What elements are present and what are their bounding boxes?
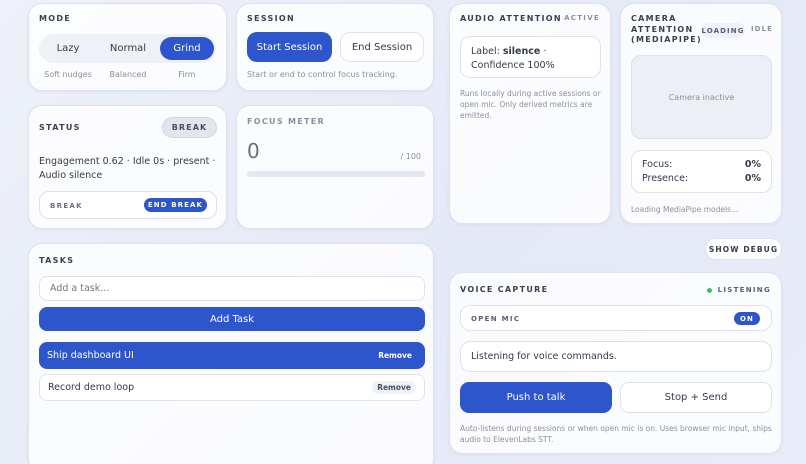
mode-option-normal[interactable]: Normal [97,34,159,63]
camera-title: CAMERA ATTENTION (MEDIAPIPE) [631,14,703,44]
voice-description: Auto-listens during sessions or when ope… [460,424,772,444]
focus-meter-max: / 100 [400,152,421,161]
status-summary: Engagement 0.62 · Idle 0s · present · Au… [39,156,216,181]
transcript-text: Listening for voice commands. [471,351,617,362]
camera-loading-badge: LOADING [701,23,745,38]
status-title: STATUS [39,123,81,132]
open-mic-label: OPEN MIC [471,315,521,323]
task-remove-button[interactable]: Remove [378,351,412,360]
start-session-button[interactable]: Start Session [247,32,332,62]
mode-desc-normal: Balanced [109,70,147,79]
tasks-title: TASKS [39,256,75,265]
mode-card: MODE Lazy Normal Grind Soft nudges Balan… [28,3,227,91]
mode-title: MODE [39,14,72,23]
focus-label: Focus: [642,159,673,170]
task-name: Ship dashboard UI [47,350,134,361]
mode-desc-grind: Firm [178,70,196,79]
show-debug-button[interactable]: SHOW DEBUG [705,238,782,260]
mode-desc-lazy: Soft nudges [44,70,92,79]
camera-attention-card: CAMERA ATTENTION (MEDIAPIPE) LOADING IDL… [620,3,782,224]
status-card: STATUS BREAK Engagement 0.62 · Idle 0s ·… [28,105,227,229]
presence-value: 0% [744,173,761,184]
task-name: Record demo loop [48,382,135,393]
listening-dot-icon [706,287,712,293]
transcript-box: Listening for voice commands. [460,341,772,372]
mode-option-grind[interactable]: Grind [160,37,214,60]
audio-title: AUDIO ATTENTION [460,14,562,23]
task-row[interactable]: Ship dashboard UI Remove [39,342,425,369]
audio-status-badge: ACTIVE [564,14,600,22]
session-hint: Start or end to control focus tracking. [247,70,398,79]
camera-footer: Loading MediaPipe models... [631,205,739,214]
end-session-button[interactable]: End Session [340,32,424,62]
break-row: BREAK END BREAK [39,191,217,219]
focus-meter-value: 0 [247,139,260,163]
focus-value: 0% [744,159,761,170]
status-badge: BREAK [162,117,217,138]
task-remove-button[interactable]: Remove [372,381,416,394]
presence-label: Presence: [642,173,689,184]
camera-preview: Camera inactive [631,55,772,139]
listening-status: LISTENING [706,286,771,294]
add-task-input[interactable] [39,276,425,301]
focus-meter-card: FOCUS METER 0 / 100 [236,105,434,229]
mode-segmented-control: Lazy Normal Grind [39,34,216,63]
end-break-button[interactable]: END BREAK [144,198,207,212]
focus-meter-title: FOCUS METER [247,117,325,126]
focus-meter-track [247,171,425,177]
audio-label-box: Label: silence · Confidence 100% [460,36,601,78]
voice-title: VOICE CAPTURE [460,285,549,294]
camera-preview-text: Camera inactive [668,92,735,102]
audio-label-prefix: Label: [471,46,503,57]
audio-label-value: silence [502,46,541,57]
task-row[interactable]: Record demo loop Remove [39,374,425,401]
session-card: SESSION Start Session End Session Start … [236,3,434,91]
add-task-button[interactable]: Add Task [39,307,425,331]
open-mic-toggle[interactable]: ON [734,312,760,325]
voice-capture-card: VOICE CAPTURE LISTENING OPEN MIC ON List… [449,272,782,454]
push-to-talk-button[interactable]: Push to talk [460,382,612,413]
audio-attention-card: AUDIO ATTENTION ACTIVE Label: silence · … [449,3,611,224]
mode-option-lazy[interactable]: Lazy [39,34,97,63]
listening-label: LISTENING [717,286,771,294]
audio-description: Runs locally during active sessions or o… [460,89,601,120]
camera-idle-badge: IDLE [750,24,774,33]
break-label: BREAK [50,202,83,210]
stop-send-button[interactable]: Stop + Send [620,382,772,413]
open-mic-row: OPEN MIC ON [460,305,772,331]
tasks-card: TASKS Add Task Ship dashboard UI Remove … [28,243,434,464]
camera-metrics-box: Focus: 0% Presence: 0% [631,150,772,193]
session-title: SESSION [247,14,295,23]
